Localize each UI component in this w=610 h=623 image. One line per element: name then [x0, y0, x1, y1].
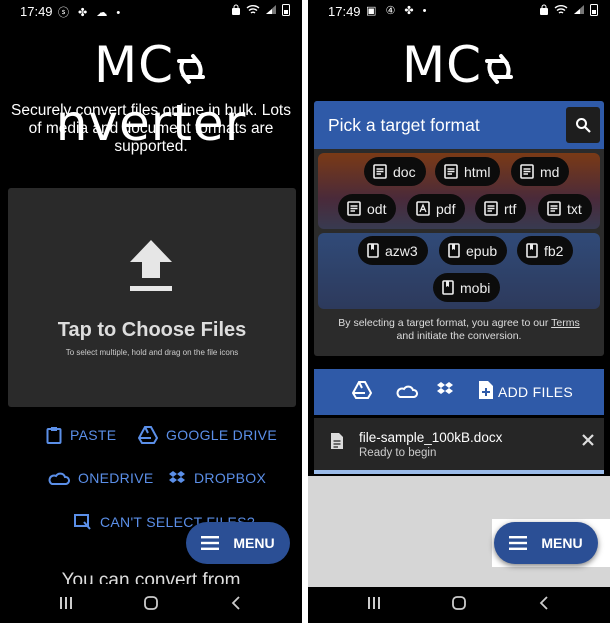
document-icon [373, 164, 387, 179]
book-icon [448, 243, 460, 258]
document-icon [444, 164, 458, 179]
format-chip-odt[interactable]: odt [338, 194, 397, 223]
dropzone-title: Tap to Choose Files [57, 319, 247, 341]
clipboard-icon [46, 427, 62, 444]
terms-link[interactable]: Terms [551, 317, 580, 329]
notification-icons: ▣ ④ ✤ • [366, 5, 430, 17]
status-time: 17:49 [328, 4, 361, 19]
google-drive-icon[interactable] [352, 381, 372, 399]
file-dropzone[interactable]: Tap to Choose Files To select multiple, … [8, 188, 296, 407]
picker-title: Pick a target format [328, 115, 480, 135]
search-icon [576, 118, 591, 133]
google-drive-button[interactable]: GOOGLE DRIVE [138, 426, 277, 444]
format-picker: Pick a target format doc html md odt pdf… [314, 101, 604, 356]
document-icon [520, 164, 534, 179]
onedrive-button[interactable]: ONEDRIVE [48, 470, 154, 486]
dropbox-button[interactable]: DROPBOX [168, 470, 266, 486]
right-phone-screen: 17:49 ▣ ④ ✤ • MCnverter Pick a target fo… [308, 0, 610, 623]
document-icon [347, 201, 361, 216]
pdf-icon [416, 201, 430, 216]
system-nav-bar [308, 587, 610, 623]
dropzone-hint: To select multiple, hold and drag on the… [65, 348, 239, 357]
partial-heading: You can convert from [61, 570, 241, 584]
notification-icons: ⓢ ✤ ☁ • [58, 7, 124, 19]
tagline: Securely convert files online in bulk. L… [10, 102, 291, 155]
back-icon[interactable] [536, 595, 552, 611]
format-chip-epub[interactable]: epub [439, 236, 508, 265]
home-icon[interactable] [143, 595, 159, 611]
wifi-icon [246, 5, 260, 14]
system-nav-bar [0, 587, 302, 623]
format-chip-azw3[interactable]: azw3 [358, 236, 428, 265]
ebook-formats-group: azw3 epub fb2 mobi [318, 233, 600, 309]
format-chip-rtf[interactable]: rtf [475, 194, 527, 223]
document-icon [547, 201, 561, 216]
battery-icon [282, 4, 290, 16]
progress-bar [314, 470, 604, 474]
menu-button[interactable]: MENU [494, 522, 598, 564]
alarm-icon [540, 4, 548, 15]
convert-logo-icon [485, 53, 514, 84]
add-files-bar: ADD FILES [314, 369, 604, 415]
terms-notice: By selecting a target format, you agree … [338, 317, 580, 342]
back-icon[interactable] [228, 595, 244, 611]
recent-apps-icon[interactable] [366, 595, 382, 611]
battery-icon [590, 4, 598, 16]
dropbox-icon[interactable] [436, 381, 454, 397]
file-list-item: file-sample_100kB.docx Ready to begin [314, 418, 604, 470]
search-button[interactable] [566, 107, 600, 143]
file-status: Ready to begin [359, 447, 437, 459]
convert-logo-icon [177, 53, 206, 84]
add-files-button[interactable]: ADD FILES [498, 384, 573, 400]
system-status-icons [231, 3, 290, 16]
upload-icon [130, 240, 172, 291]
file-icon [331, 433, 343, 449]
status-time: 17:49 [20, 4, 53, 19]
home-icon[interactable] [451, 595, 467, 611]
document-formats-group: doc html md odt pdf rtf txt [318, 153, 600, 229]
status-bar: 17:49 ⓢ ✤ ☁ • [0, 0, 302, 24]
signal-icon [266, 5, 276, 14]
format-picker-header: Pick a target format [314, 101, 604, 149]
wifi-icon [554, 5, 568, 14]
dropbox-icon [169, 471, 185, 483]
menu-icon [201, 536, 220, 550]
format-chip-doc[interactable]: doc [364, 157, 426, 186]
status-bar: 17:49 ▣ ④ ✤ • [308, 0, 610, 24]
format-chip-fb2[interactable]: fb2 [517, 236, 574, 265]
onedrive-icon[interactable] [396, 384, 418, 398]
recent-apps-icon[interactable] [58, 595, 74, 611]
menu-icon [509, 536, 528, 550]
signal-icon [574, 5, 584, 14]
book-icon [367, 243, 379, 258]
alarm-icon [232, 4, 240, 15]
menu-button[interactable]: MENU [186, 522, 290, 564]
onedrive-icon [48, 472, 70, 485]
format-chip-pdf[interactable]: pdf [407, 194, 466, 223]
close-icon[interactable] [580, 432, 596, 448]
book-icon [442, 280, 454, 295]
help-icon [74, 514, 91, 530]
add-file-icon[interactable] [478, 380, 494, 400]
format-chip-mobi[interactable]: mobi [433, 273, 501, 302]
document-icon [484, 201, 498, 216]
system-status-icons [539, 3, 598, 16]
format-chip-md[interactable]: md [511, 157, 570, 186]
book-icon [526, 243, 538, 258]
format-chip-txt[interactable]: txt [538, 194, 592, 223]
left-phone-screen: 17:49 ⓢ ✤ ☁ • MCnverter Securely convert… [0, 0, 302, 623]
format-chip-html[interactable]: html [435, 157, 501, 186]
paste-button[interactable]: PASTE [46, 426, 116, 444]
google-drive-icon [138, 426, 158, 444]
file-name: file-sample_100kB.docx [359, 430, 503, 445]
